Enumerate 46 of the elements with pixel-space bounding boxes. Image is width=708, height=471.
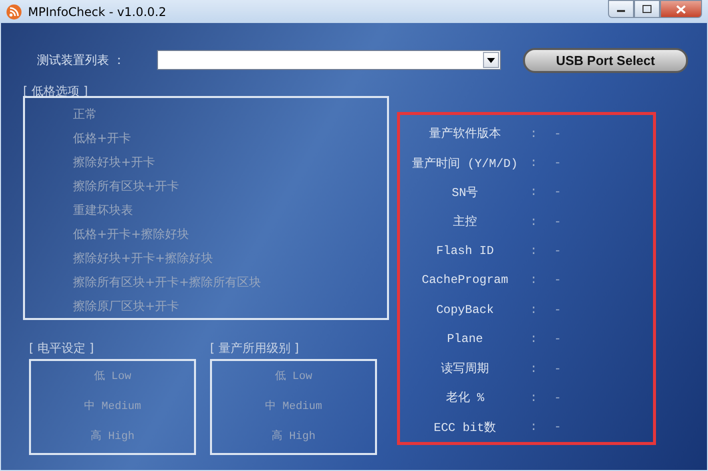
colon: :: [530, 390, 538, 405]
colon: :: [530, 156, 538, 170]
info-value: -: [554, 273, 562, 288]
colon: :: [530, 185, 538, 200]
info-value: -: [554, 362, 562, 376]
info-value: -: [554, 420, 562, 434]
dropdown-arrow-icon: [487, 58, 495, 62]
maximize-icon: [642, 5, 652, 13]
colon: :: [530, 126, 538, 141]
info-value: -: [554, 244, 562, 258]
info-value: -: [554, 390, 562, 405]
close-icon: [676, 4, 686, 14]
info-value: -: [554, 185, 562, 200]
colon: :: [530, 302, 538, 317]
close-button[interactable]: [660, 0, 702, 18]
device-dropdown[interactable]: [157, 50, 501, 70]
info-label: 量产时间 (Y/M/D): [411, 156, 519, 172]
info-label: CopyBack: [435, 302, 495, 317]
info-label: Flash ID: [435, 244, 495, 258]
info-label: ECC bit数: [432, 420, 498, 436]
info-value: -: [554, 156, 562, 170]
colon: :: [530, 420, 538, 434]
minimize-button[interactable]: [608, 0, 634, 18]
colon: :: [530, 244, 538, 258]
info-value: -: [554, 332, 562, 346]
info-label: CacheProgram: [420, 273, 510, 288]
window-title: MPInfoCheck - v1.0.0.2: [28, 4, 168, 18]
rss-icon: [6, 4, 22, 20]
info-value: -: [554, 302, 562, 317]
info-label: 主控: [452, 214, 478, 230]
maximize-button[interactable]: [634, 0, 660, 18]
group-title: [ 量产所用级别 ]: [210, 340, 300, 355]
info-label: 量产软件版本: [428, 126, 502, 142]
info-value: -: [554, 126, 562, 141]
colon: :: [530, 273, 538, 288]
info-label: SN号: [450, 184, 480, 201]
usb-port-select-button[interactable]: USB Port Select: [523, 48, 688, 72]
device-list-label: 测试装置列表 ：: [36, 52, 126, 68]
colon: :: [530, 332, 538, 346]
colon: :: [530, 362, 538, 376]
info-label: Plane: [446, 332, 484, 346]
info-label: 读写周期: [440, 361, 490, 378]
group-title: [ 电平设定 ]: [29, 340, 95, 355]
colon: :: [530, 214, 538, 229]
info-label: 老化 %: [444, 390, 486, 406]
info-value: -: [554, 214, 562, 229]
